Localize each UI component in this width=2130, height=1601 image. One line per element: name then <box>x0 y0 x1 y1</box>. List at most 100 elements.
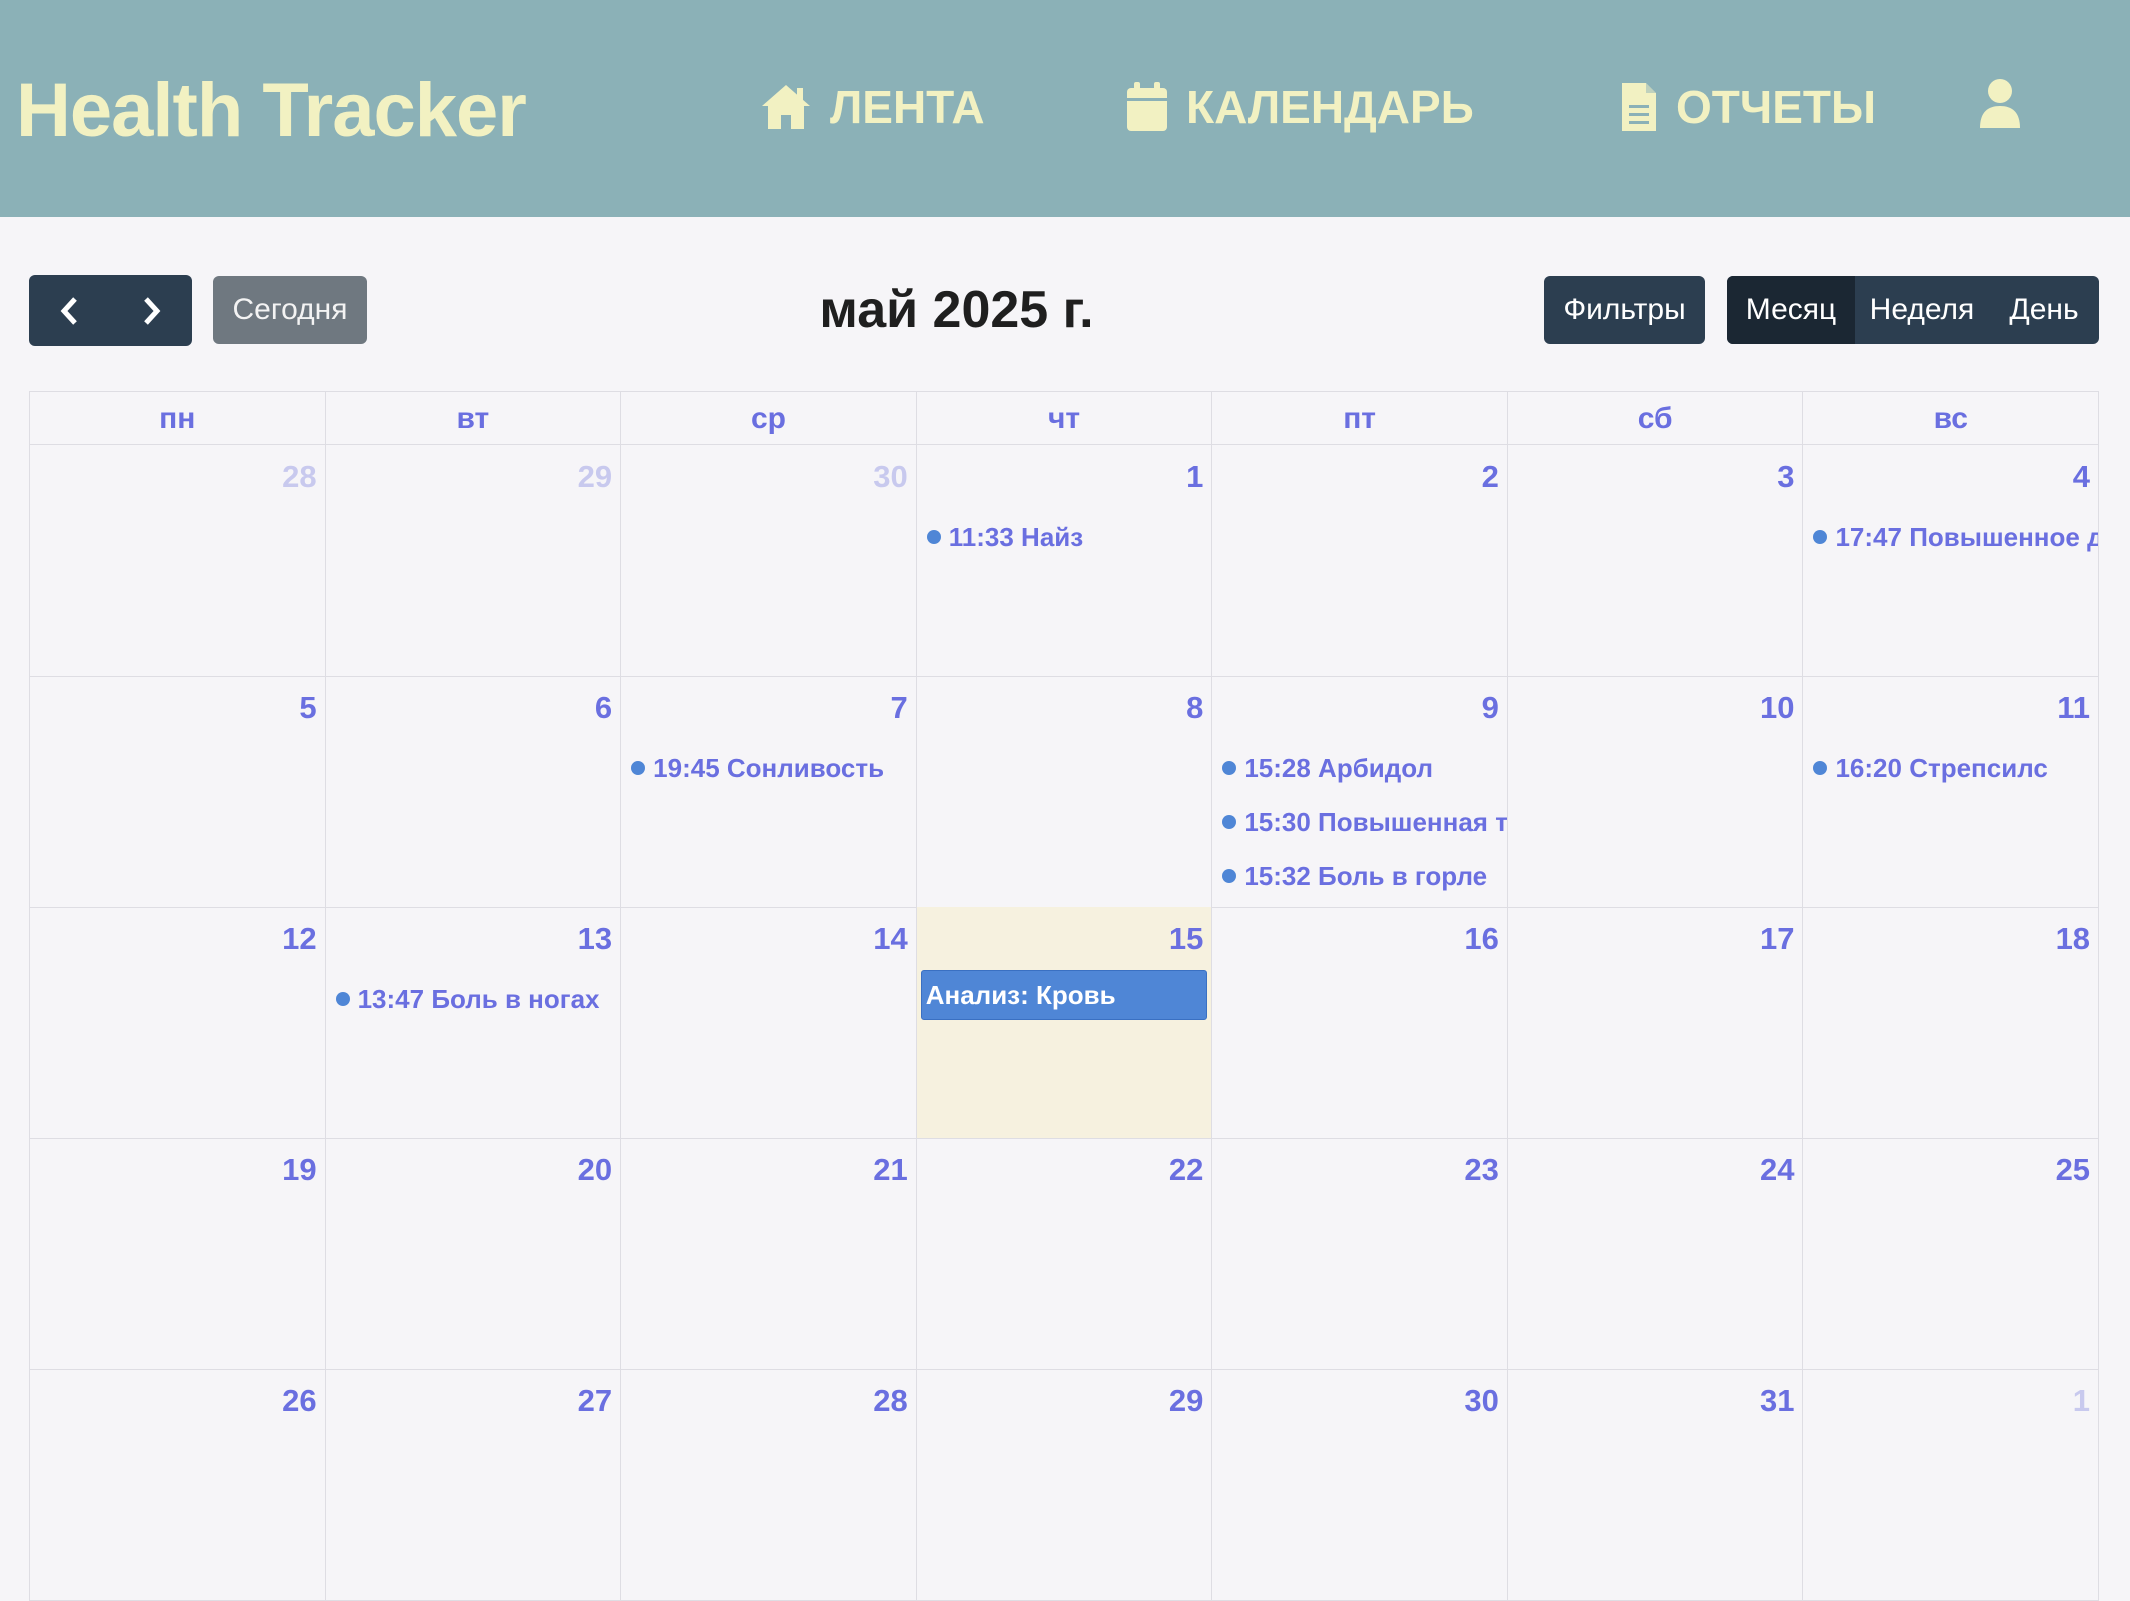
day-cell[interactable]: 12 <box>30 907 326 1138</box>
day-number[interactable]: 27 <box>578 1383 612 1419</box>
week-row: 19 20 21 22 23 24 25 <box>29 1138 2100 1370</box>
prev-month-button[interactable] <box>29 275 111 346</box>
nav-reports-link[interactable]: ОТЧЕТЫ <box>1620 72 1876 142</box>
next-month-button[interactable] <box>111 275 193 346</box>
day-number[interactable]: 10 <box>1760 690 1794 726</box>
day-cell[interactable]: 3 <box>1508 445 1804 676</box>
day-cell[interactable]: 1 11:33 Найз <box>917 445 1213 676</box>
day-number[interactable]: 7 <box>890 690 907 726</box>
day-cell[interactable]: 20 <box>326 1138 622 1369</box>
day-cell[interactable]: 30 <box>1212 1369 1508 1600</box>
calendar-event[interactable]: 13:47 Боль в ногах <box>335 979 621 1019</box>
day-number[interactable]: 21 <box>873 1152 907 1188</box>
day-cell[interactable]: 11 16:20 Стрепсилс <box>1803 676 2100 907</box>
day-number[interactable]: 9 <box>1482 690 1499 726</box>
day-cell[interactable]: 23 <box>1212 1138 1508 1369</box>
day-cell[interactable]: 30 <box>621 445 917 676</box>
document-icon <box>1622 83 1656 131</box>
day-cell[interactable]: 21 <box>621 1138 917 1369</box>
day-number[interactable]: 16 <box>1464 921 1498 957</box>
day-cell[interactable]: 31 <box>1508 1369 1804 1600</box>
day-cell[interactable]: 4 17:47 Повышенное д <box>1803 445 2100 676</box>
day-cell[interactable]: 24 <box>1508 1138 1804 1369</box>
day-cell[interactable]: 26 <box>30 1369 326 1600</box>
day-number[interactable]: 20 <box>578 1152 612 1188</box>
nav-feed-link[interactable]: ЛЕНТА <box>760 72 985 142</box>
day-number[interactable]: 31 <box>1760 1383 1794 1419</box>
day-number[interactable]: 30 <box>873 459 907 495</box>
event-time: 17:47 <box>1835 521 1902 552</box>
day-cell[interactable]: 28 <box>30 445 326 676</box>
day-cell[interactable]: 28 <box>621 1369 917 1600</box>
day-number[interactable]: 8 <box>1186 690 1203 726</box>
day-cell[interactable]: 5 <box>30 676 326 907</box>
day-number[interactable]: 23 <box>1464 1152 1498 1188</box>
day-number[interactable]: 12 <box>282 921 316 957</box>
day-number[interactable]: 24 <box>1760 1152 1794 1188</box>
view-week-button[interactable]: Неделя <box>1855 276 1989 344</box>
day-cell[interactable]: 10 <box>1508 676 1804 907</box>
day-cell[interactable]: 2 <box>1212 445 1508 676</box>
day-number[interactable]: 13 <box>578 921 612 957</box>
filters-button[interactable]: Фильтры <box>1544 276 1705 344</box>
day-cell[interactable]: 25 <box>1803 1138 2100 1369</box>
day-cell[interactable]: 22 <box>917 1138 1213 1369</box>
day-cell[interactable]: 14 <box>621 907 917 1138</box>
day-number[interactable]: 30 <box>1464 1383 1498 1419</box>
day-cell[interactable]: 17 <box>1508 907 1804 1138</box>
day-cell[interactable]: 1 <box>1803 1369 2100 1600</box>
calendar-event[interactable]: 15:30 Повышенная т <box>1222 802 1507 842</box>
day-cell[interactable]: 19 <box>30 1138 326 1369</box>
view-month-button[interactable]: Месяц <box>1727 276 1855 344</box>
week-row: 26 27 28 29 30 31 1 <box>29 1369 2100 1601</box>
day-number[interactable]: 2 <box>1482 459 1499 495</box>
day-number[interactable]: 3 <box>1777 459 1794 495</box>
day-cell[interactable]: 9 15:28 Арбидол 15:30 Повышенная т 15:32 Бо… <box>1212 676 1508 907</box>
day-number[interactable]: 18 <box>2056 921 2090 957</box>
day-number[interactable]: 28 <box>282 459 316 495</box>
calendar-event[interactable]: 17:47 Повышенное д <box>1813 517 2098 557</box>
day-number[interactable]: 19 <box>282 1152 316 1188</box>
day-number[interactable]: 25 <box>2056 1152 2090 1188</box>
day-cell[interactable]: 6 <box>326 676 622 907</box>
day-number[interactable]: 1 <box>2073 1383 2090 1419</box>
event-spacer <box>1311 753 1318 784</box>
event-spacer <box>1014 522 1021 553</box>
calendar-event[interactable]: 15:32 Боль в горле <box>1222 856 1507 896</box>
calendar-event-block[interactable]: Анализ: Кровь <box>920 970 1208 1020</box>
day-number[interactable]: 26 <box>282 1383 316 1419</box>
day-number[interactable]: 5 <box>299 690 316 726</box>
day-number[interactable]: 15 <box>1169 921 1203 957</box>
calendar-event[interactable]: 19:45 Сонливость <box>631 748 916 788</box>
day-cell[interactable]: 7 19:45 Сонливость <box>621 676 917 907</box>
day-number[interactable]: 29 <box>578 459 612 495</box>
app-title[interactable]: Health Tracker <box>16 66 527 156</box>
calendar-event[interactable]: 15:28 Арбидол <box>1222 748 1507 788</box>
day-number[interactable]: 11 <box>2057 690 2090 726</box>
day-cell[interactable]: 18 <box>1803 907 2100 1138</box>
event-dot-icon <box>631 761 646 775</box>
day-number[interactable]: 1 <box>1186 459 1203 495</box>
weekday-header: пн <box>30 392 326 444</box>
day-cell[interactable]: 13 13:47 Боль в ногах <box>326 907 622 1138</box>
day-cell[interactable]: 29 <box>917 1369 1213 1600</box>
day-cell-today[interactable]: 15 Анализ: Кровь <box>916 907 1213 1138</box>
day-cell[interactable]: 27 <box>326 1369 622 1600</box>
day-number[interactable]: 4 <box>2073 459 2090 495</box>
day-number[interactable]: 22 <box>1169 1152 1203 1188</box>
day-cell[interactable]: 16 <box>1212 907 1508 1138</box>
calendar-event[interactable]: 16:20 Стрепсилс <box>1813 748 2098 788</box>
nav-calendar-link[interactable]: КАЛЕНДАРЬ <box>1126 72 1474 142</box>
view-day-button[interactable]: День <box>1989 276 2099 344</box>
day-number[interactable]: 6 <box>595 690 612 726</box>
calendar-event[interactable]: 11:33 Найз <box>926 517 1212 557</box>
day-number[interactable]: 29 <box>1169 1383 1203 1419</box>
day-number[interactable]: 14 <box>873 921 907 957</box>
today-button[interactable]: Сегодня <box>213 276 367 344</box>
day-cell[interactable]: 29 <box>326 445 622 676</box>
event-time: 15:32 <box>1244 860 1311 891</box>
day-number[interactable]: 28 <box>873 1383 907 1419</box>
day-number[interactable]: 17 <box>1760 921 1794 957</box>
user-profile-button[interactable] <box>1978 78 2022 133</box>
day-cell[interactable]: 8 <box>917 676 1213 907</box>
